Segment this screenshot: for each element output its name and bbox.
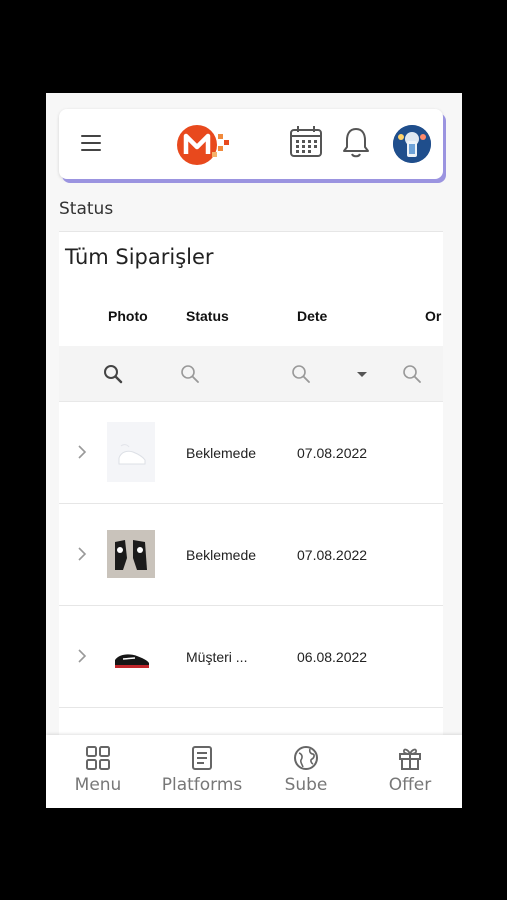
white-sneaker-photo[interactable] [107, 422, 155, 482]
bottom-navigation: Menu Platforms Sube Offer [46, 735, 462, 808]
row-status: Müşteri ... [186, 649, 248, 665]
row-date: 06.08.2022 [297, 649, 368, 665]
nav-item-menu[interactable]: Menu [46, 735, 150, 808]
search-icon[interactable] [291, 364, 311, 384]
table-row[interactable]: Müşteri ... 06.08.2022 [59, 606, 443, 708]
column-header-status[interactable]: Status [186, 308, 229, 324]
search-icon[interactable] [402, 364, 422, 384]
chevron-right-icon[interactable] [75, 648, 89, 664]
grid-icon [86, 746, 110, 770]
user-avatar[interactable] [393, 125, 431, 163]
app-screen: Status Tüm Siparişler Photo Status Dete … [46, 93, 462, 808]
nav-item-platforms[interactable]: Platforms [150, 735, 254, 808]
brand-logo[interactable] [177, 123, 231, 167]
column-header-order[interactable]: Or [425, 308, 441, 324]
bell-icon[interactable] [339, 125, 373, 159]
status-selector[interactable]: Tüm Siparişler [59, 231, 443, 285]
nav-item-label: Offer [388, 775, 432, 795]
nav-item-sube[interactable]: Sube [254, 735, 358, 808]
top-header [59, 109, 443, 179]
status-filter-label: Status [59, 199, 114, 219]
hamburger-menu-icon[interactable] [81, 135, 101, 153]
row-date: 07.08.2022 [297, 547, 368, 563]
nav-item-label: Platforms [161, 775, 243, 795]
status-selector-value: Tüm Siparişler [65, 245, 214, 269]
search-icon[interactable] [180, 364, 200, 384]
document-icon [192, 746, 212, 770]
column-header-date[interactable]: Dete [297, 308, 327, 324]
black-red-sneaker-photo[interactable] [107, 626, 155, 686]
row-status: Beklemede [186, 547, 257, 563]
nav-item-offer[interactable]: Offer [358, 735, 462, 808]
nav-item-label: Sube [284, 775, 328, 795]
gift-icon [399, 748, 421, 770]
shoes-pair-photo[interactable] [107, 530, 155, 578]
calendar-icon[interactable] [289, 125, 323, 159]
row-status: Beklemede [186, 445, 257, 461]
row-date: 07.08.2022 [297, 445, 368, 461]
table-filter-row [59, 346, 443, 402]
column-header-photo[interactable]: Photo [108, 308, 148, 324]
orders-table: Photo Status Dete Or Beklemede 07.08.202… [59, 284, 443, 744]
chevron-right-icon[interactable] [75, 444, 89, 460]
chevron-right-icon[interactable] [75, 546, 89, 562]
table-row[interactable]: Beklemede 07.08.2022 [59, 402, 443, 504]
table-header-row: Photo Status Dete Or [59, 284, 443, 347]
search-icon[interactable] [103, 364, 123, 384]
nav-item-label: Menu [74, 775, 122, 795]
table-row[interactable]: Beklemede 07.08.2022 [59, 504, 443, 606]
globe-icon [294, 746, 318, 770]
dropdown-arrow-icon[interactable] [352, 364, 372, 384]
